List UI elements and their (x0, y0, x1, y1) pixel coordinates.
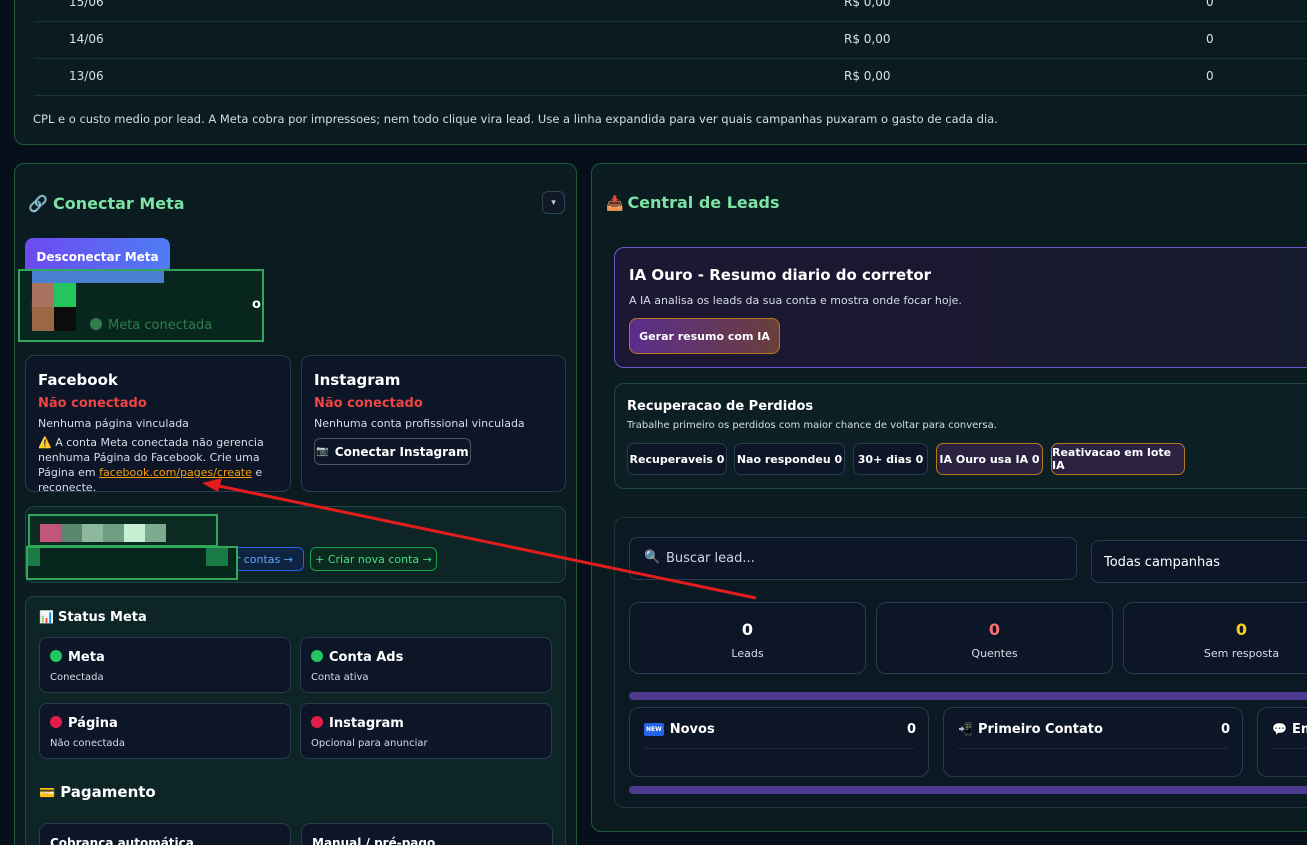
arrow-head (202, 478, 222, 492)
annotation-arrow (202, 478, 757, 600)
arrow-line (213, 483, 757, 600)
